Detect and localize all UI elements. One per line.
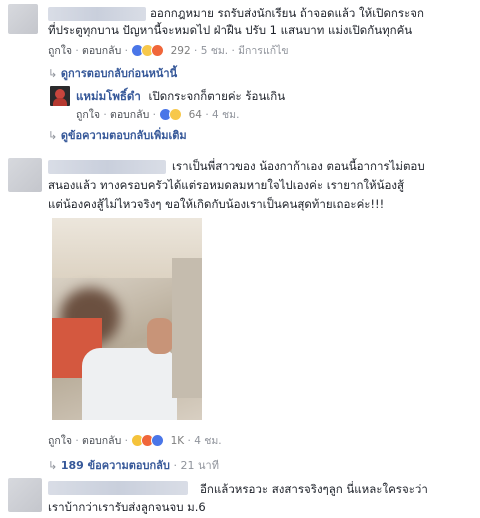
comment-author-name[interactable]	[48, 481, 188, 495]
comment-text-line: เราบ้ากว่าเรารับส่งลูกจนจบ ม.6	[48, 500, 206, 514]
comment-text-line: แต่น้องคงสู้ไม่ไหวจริงๆ ขอให้เกิดกับน้อง…	[48, 197, 385, 211]
reply-time[interactable]: 4 ชม.	[212, 109, 239, 121]
comment-actions: ถูกใจ · ตอบกลับ · 292 · 5 ชม. · มีการแก้…	[48, 44, 289, 57]
comment-text-line: อีกแล้วหรอวะ สงสารจริงๆลูก นี่แหละใครจะว…	[200, 482, 428, 496]
comment-text-line: ที่ประตูทุกบาน ปัญหานี้จะหมดไป ฝ่าฝืน ปร…	[48, 23, 413, 37]
replies-count-label[interactable]: 189 ข้อความตอบกลับ	[61, 459, 170, 472]
edited-label[interactable]: มีการแก้ไข	[238, 45, 288, 57]
reply-actions: ถูกใจ · ตอบกลับ · 64 · 4 ชม.	[76, 108, 240, 121]
reply-link[interactable]: ตอบกลับ	[82, 435, 121, 447]
haha-reaction-icon	[169, 108, 183, 121]
comment-avatar[interactable]	[8, 478, 42, 512]
angry-reaction-icon	[151, 44, 165, 57]
reply-arrow-icon: ↳	[48, 459, 58, 472]
reply-link[interactable]: ตอบกลับ	[110, 109, 149, 121]
reply-arrow-icon: ↳	[48, 129, 58, 142]
like-link[interactable]: ถูกใจ	[48, 45, 72, 57]
reaction-count: 292	[170, 45, 191, 57]
comment-text-line: สนองแล้ว ทางครอบครัวได้แต่รอหมดลมหายใจไป…	[48, 178, 405, 192]
reply-author-name[interactable]: แหม่มโพธิ์ดำ	[76, 89, 141, 103]
view-more-replies-label[interactable]: ดูข้อความตอบกลับเพิ่มเติม	[61, 129, 187, 142]
comment-text-line: ออกกฎหมาย รถรับส่งนักเรียน ถ้าจอดแล้ว ให…	[150, 6, 424, 20]
reaction-count: 1K	[170, 435, 185, 447]
comment-author-name[interactable]	[48, 7, 146, 21]
comment-actions: ถูกใจ · ตอบกลับ · 1K · 4 ชม.	[48, 434, 222, 447]
view-more-replies[interactable]: ↳ ดูข้อความตอบกลับเพิ่มเติม	[48, 128, 187, 143]
reaction-icons[interactable]: 1K	[131, 434, 187, 447]
reaction-count: 64	[188, 109, 202, 121]
comment-text-line: เราเป็นพี่สาวของ น้องกาก้าเอง ตอนนี้อากา…	[172, 159, 425, 173]
reaction-icons[interactable]: 292	[131, 44, 194, 57]
comment-avatar[interactable]	[8, 4, 38, 34]
reply-avatar[interactable]	[50, 86, 70, 106]
view-replies[interactable]: ↳ 189 ข้อความตอบกลับ · 21 นาที	[48, 458, 219, 473]
like-reaction-icon	[151, 434, 165, 447]
comment-author-name[interactable]	[48, 160, 166, 174]
like-link[interactable]: ถูกใจ	[48, 435, 72, 447]
replies-time: 21 นาที	[180, 459, 219, 472]
view-previous-replies[interactable]: ↳ ดูการตอบกลับก่อนหน้านี้	[48, 66, 177, 81]
reply-content: แหม่มโพธิ์ดำ เปิดกระจกก็ตายค่ะ ร้อนเกิน	[76, 88, 285, 105]
view-previous-replies-label[interactable]: ดูการตอบกลับก่อนหน้านี้	[61, 67, 177, 80]
comment-time[interactable]: 4 ชม.	[194, 435, 221, 447]
comment-photo[interactable]	[52, 218, 202, 420]
reply-arrow-icon: ↳	[48, 67, 58, 80]
like-link[interactable]: ถูกใจ	[76, 109, 100, 121]
reaction-icons[interactable]: 64	[159, 108, 205, 121]
comment-avatar[interactable]	[8, 158, 42, 192]
reply-text: เปิดกระจกก็ตายค่ะ ร้อนเกิน	[148, 89, 286, 103]
comment-time[interactable]: 5 ชม.	[201, 45, 228, 57]
reply-link[interactable]: ตอบกลับ	[82, 45, 121, 57]
